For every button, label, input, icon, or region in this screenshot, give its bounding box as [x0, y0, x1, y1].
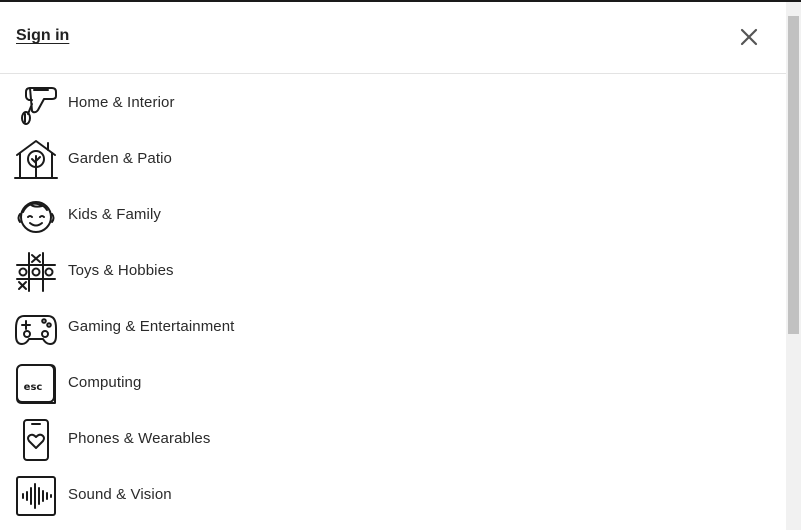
menu-item-gaming-entertainment[interactable]: Gaming & Entertainment	[0, 298, 786, 354]
svg-text:esc: esc	[24, 382, 43, 393]
menu-item-computing[interactable]: esc Computing	[0, 354, 786, 410]
menu-item-home-interior[interactable]: Home & Interior	[0, 74, 786, 130]
menu-item-label: Home & Interior	[68, 94, 175, 111]
esc-key-icon: esc	[14, 362, 58, 406]
menu-item-garden-patio[interactable]: Garden & Patio	[0, 130, 786, 186]
phone-heart-icon	[14, 418, 58, 462]
child-face-icon	[14, 194, 58, 238]
menu-item-label: Gaming & Entertainment	[68, 318, 235, 335]
close-icon[interactable]	[738, 26, 760, 48]
menu-item-label: Sound & Vision	[68, 486, 172, 503]
gamepad-icon	[14, 306, 58, 350]
menu-item-kids-family[interactable]: Kids & Family	[0, 186, 786, 242]
menu-item-label: Computing	[68, 374, 142, 391]
category-menu: Home & Interior Garden & Patio Kids & Fa…	[0, 74, 786, 522]
house-tree-icon	[14, 138, 58, 182]
menu-item-label: Toys & Hobbies	[68, 262, 174, 279]
vertical-scrollbar[interactable]	[786, 2, 801, 530]
sound-wave-icon	[14, 474, 58, 518]
hand-mixer-icon	[14, 82, 58, 126]
tic-tac-toe-icon	[14, 250, 58, 294]
menu-item-label: Kids & Family	[68, 206, 161, 223]
sign-in-link[interactable]: Sign in	[16, 27, 69, 45]
menu-item-phones-wearables[interactable]: Phones & Wearables	[0, 410, 786, 466]
menu-item-label: Phones & Wearables	[68, 430, 211, 447]
drawer-header: Sign in	[0, 2, 786, 74]
menu-item-label: Garden & Patio	[68, 150, 172, 167]
navigation-drawer: Sign in Home & Interior Garden & Patio K…	[0, 2, 786, 530]
menu-item-toys-hobbies[interactable]: Toys & Hobbies	[0, 242, 786, 298]
scrollbar-thumb[interactable]	[788, 16, 799, 334]
menu-item-sound-vision[interactable]: Sound & Vision	[0, 466, 786, 522]
